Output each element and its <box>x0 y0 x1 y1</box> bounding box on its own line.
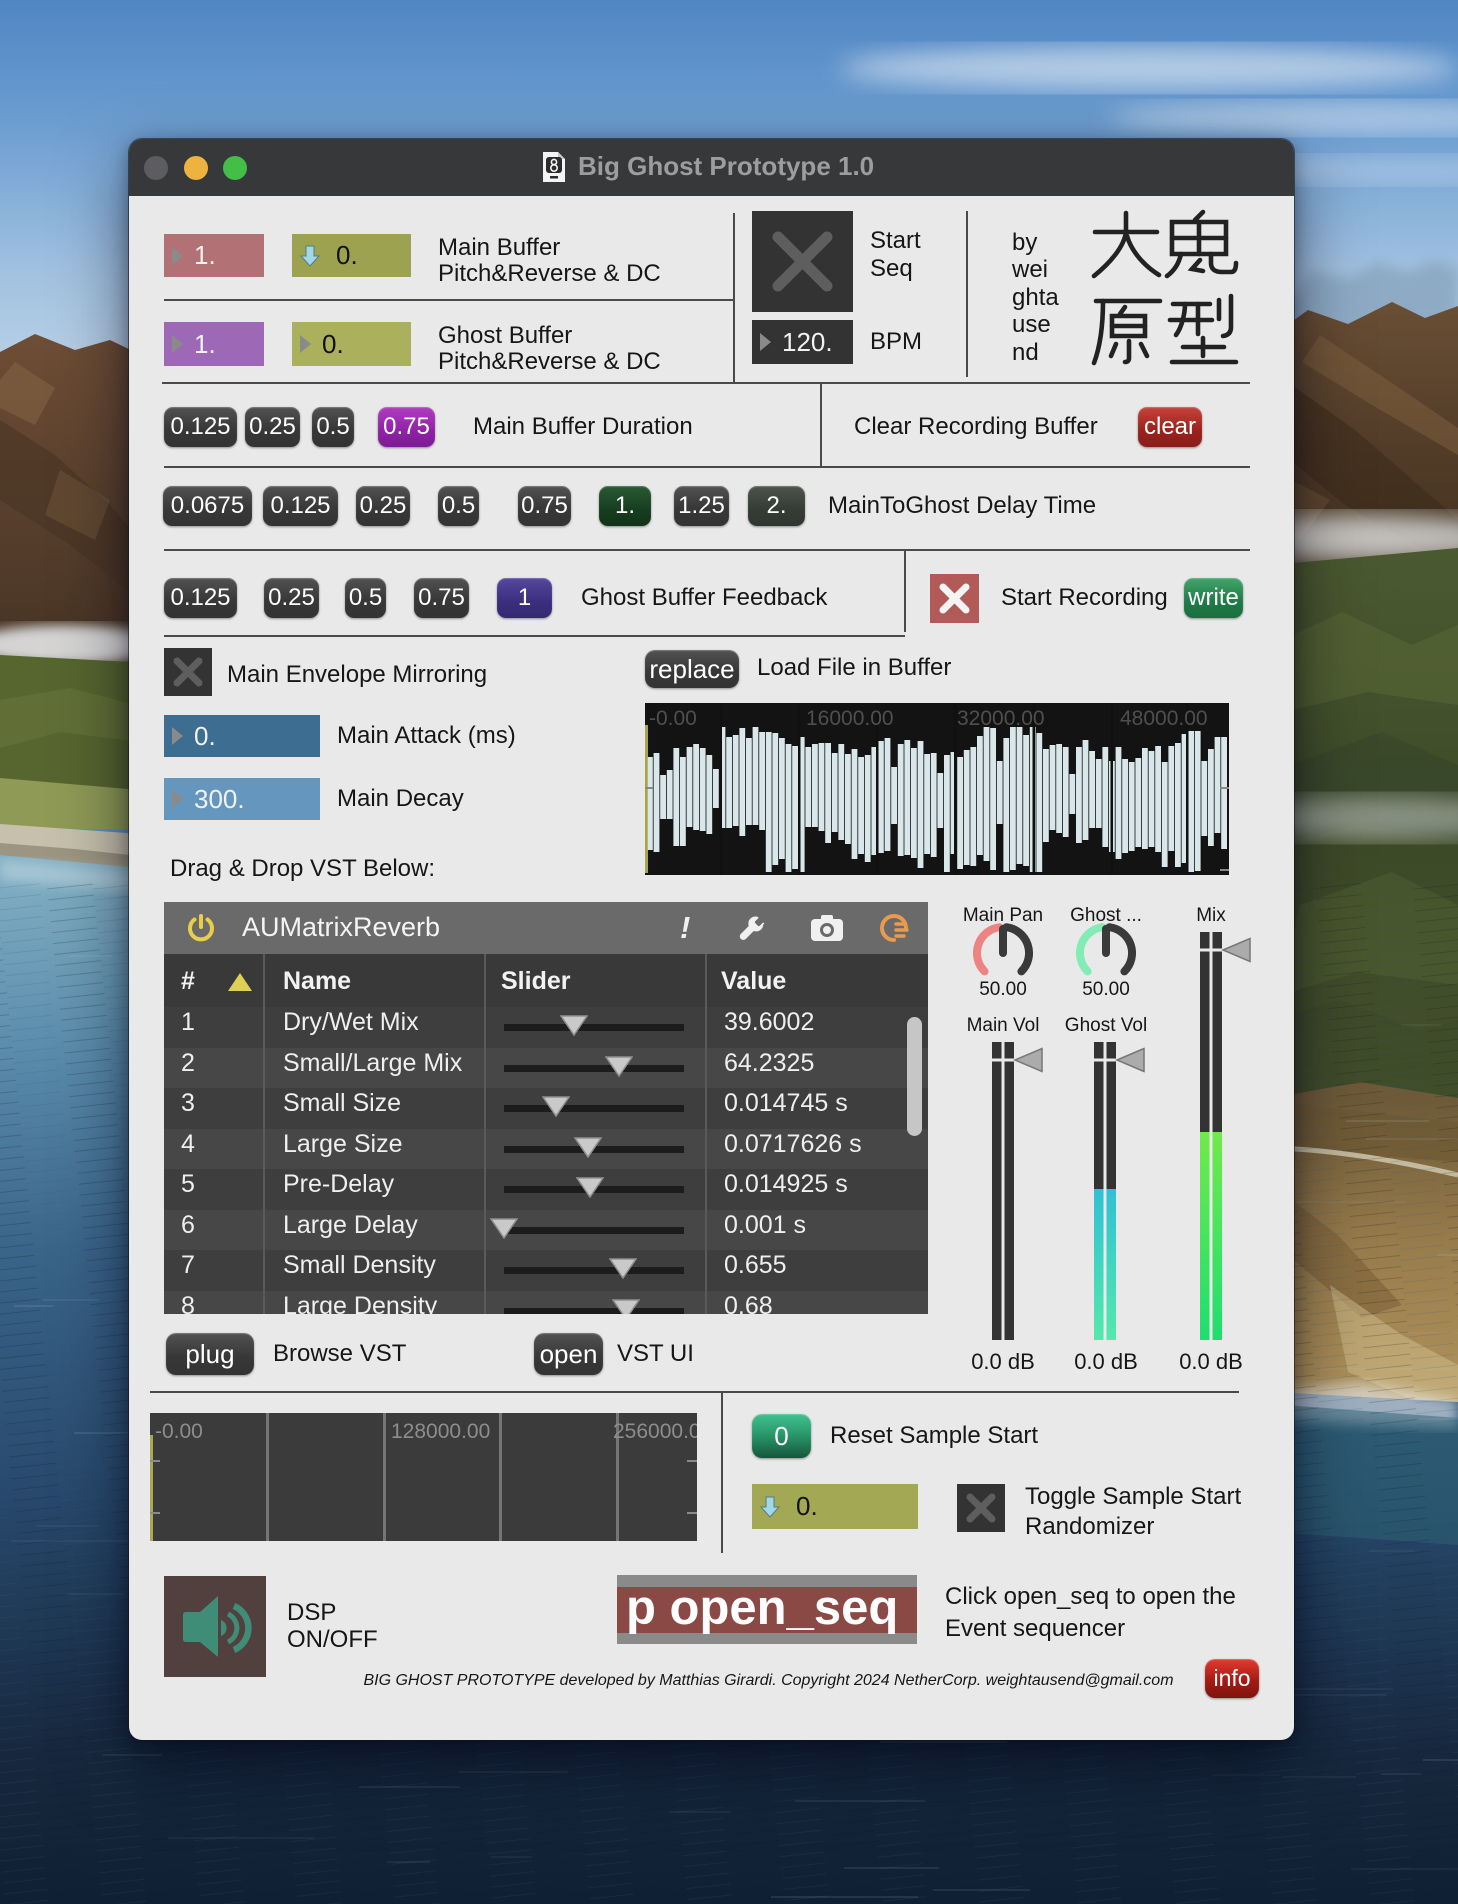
svg-text:16000.00: 16000.00 <box>806 707 894 730</box>
svg-text:32000.00: 32000.00 <box>957 707 1045 730</box>
svg-text:128000.00: 128000.00 <box>391 1420 490 1443</box>
svg-text:-0.00: -0.00 <box>155 1420 203 1443</box>
svg-text:48000.00: 48000.00 <box>1120 707 1208 730</box>
svg-text:-0.00: -0.00 <box>649 707 697 730</box>
svg-text:256000.0: 256000.0 <box>613 1420 697 1443</box>
